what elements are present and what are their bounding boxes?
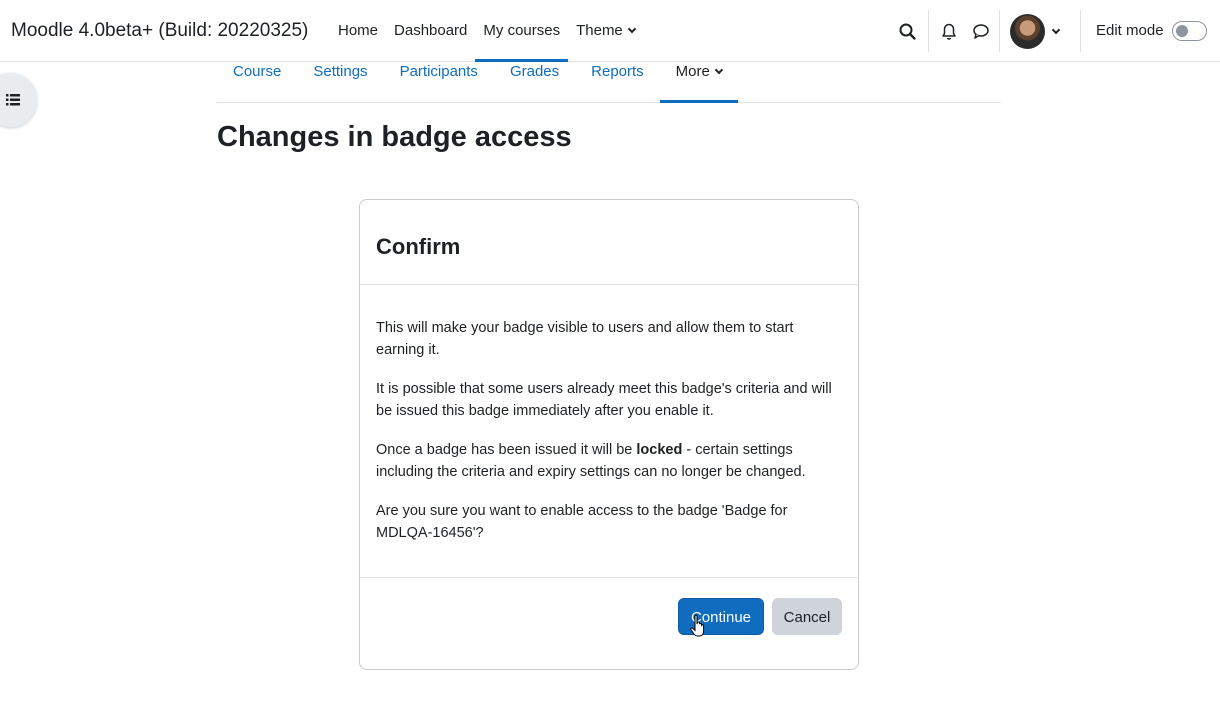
edit-mode-toggle[interactable] bbox=[1172, 21, 1207, 41]
dialog-body: This will make your badge visible to use… bbox=[376, 317, 842, 561]
tab-settings[interactable]: Settings bbox=[297, 62, 383, 102]
top-navbar: Moodle 4.0beta+ (Build: 20220325) Home D… bbox=[0, 0, 1220, 62]
locked-text: locked bbox=[636, 442, 683, 458]
tab-course[interactable]: Course bbox=[217, 62, 297, 102]
list-icon bbox=[6, 94, 20, 106]
cancel-button[interactable]: Cancel bbox=[772, 598, 842, 635]
dialog-text: Once a badge has been issued it will be bbox=[376, 442, 637, 458]
continue-button[interactable]: Continue bbox=[678, 598, 764, 635]
dialog-footer: Continue Cancel bbox=[360, 577, 858, 669]
nav-theme-label: Theme bbox=[576, 22, 623, 39]
chat-icon[interactable] bbox=[969, 19, 993, 43]
divider bbox=[928, 10, 929, 52]
nav-dashboard[interactable]: Dashboard bbox=[386, 0, 475, 62]
dialog-paragraph-2: It is possible that some users already m… bbox=[376, 381, 832, 419]
search-icon[interactable] bbox=[896, 19, 920, 43]
dialog-header: Confirm bbox=[360, 200, 858, 285]
tab-more-label: More bbox=[675, 63, 710, 80]
tab-grades[interactable]: Grades bbox=[494, 62, 575, 102]
chevron-down-icon bbox=[627, 24, 637, 34]
dialog-paragraph-4: Are you sure you want to enable access t… bbox=[376, 503, 788, 541]
tab-more[interactable]: More bbox=[659, 62, 739, 103]
nav-home[interactable]: Home bbox=[330, 0, 386, 62]
primary-navigation: Home Dashboard My courses Theme bbox=[330, 0, 643, 62]
bell-icon[interactable] bbox=[937, 19, 961, 43]
nav-my-courses[interactable]: My courses bbox=[475, 0, 568, 62]
divider bbox=[999, 10, 1000, 52]
nav-theme[interactable]: Theme bbox=[568, 0, 643, 62]
chevron-down-icon bbox=[714, 65, 724, 75]
tab-reports[interactable]: Reports bbox=[575, 62, 660, 102]
course-index-toggle[interactable] bbox=[0, 73, 37, 127]
user-avatar[interactable] bbox=[1010, 14, 1045, 49]
dialog-paragraph-3: Once a badge has been issued it will be … bbox=[376, 439, 842, 483]
edit-mode-label: Edit mode bbox=[1096, 22, 1164, 39]
toggle-knob bbox=[1176, 25, 1188, 37]
chevron-down-icon[interactable] bbox=[1051, 25, 1061, 35]
dialog-title: Confirm bbox=[376, 234, 461, 259]
confirm-dialog: Confirm This will make your badge visibl… bbox=[359, 199, 859, 670]
page-title: Changes in badge access bbox=[217, 121, 572, 153]
dialog-paragraph-1: This will make your badge visible to use… bbox=[376, 320, 794, 358]
secondary-navigation: Course Settings Participants Grades Repo… bbox=[217, 62, 1001, 103]
tab-participants[interactable]: Participants bbox=[384, 62, 494, 102]
site-name[interactable]: Moodle 4.0beta+ (Build: 20220325) bbox=[11, 20, 308, 42]
divider bbox=[1080, 10, 1081, 52]
